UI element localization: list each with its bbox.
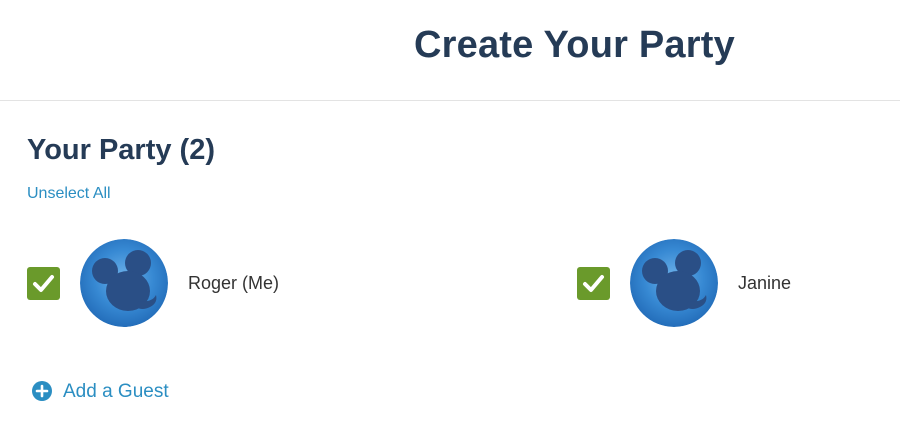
party-heading: Your Party (2) [27,134,216,166]
avatar [630,239,718,327]
checkmark-icon [33,275,54,292]
page-title: Create Your Party [414,24,735,66]
party-member-roger: Roger (Me) [27,239,447,327]
add-guest-label: Add a Guest [63,381,169,402]
avatar [80,239,168,327]
member-checkbox[interactable] [577,267,610,300]
party-member-janine: Janine [577,239,877,327]
member-name: Janine [738,273,792,293]
member-checkbox[interactable] [27,267,60,300]
mickey-silhouette-icon [630,239,718,327]
plus-circle-icon [32,381,52,401]
unselect-all-link[interactable]: Unselect All [27,185,111,203]
page-header: Create Your Party [0,0,900,101]
mickey-silhouette-icon [80,239,168,327]
checkmark-icon [583,275,604,292]
member-name: Roger (Me) [188,273,280,293]
